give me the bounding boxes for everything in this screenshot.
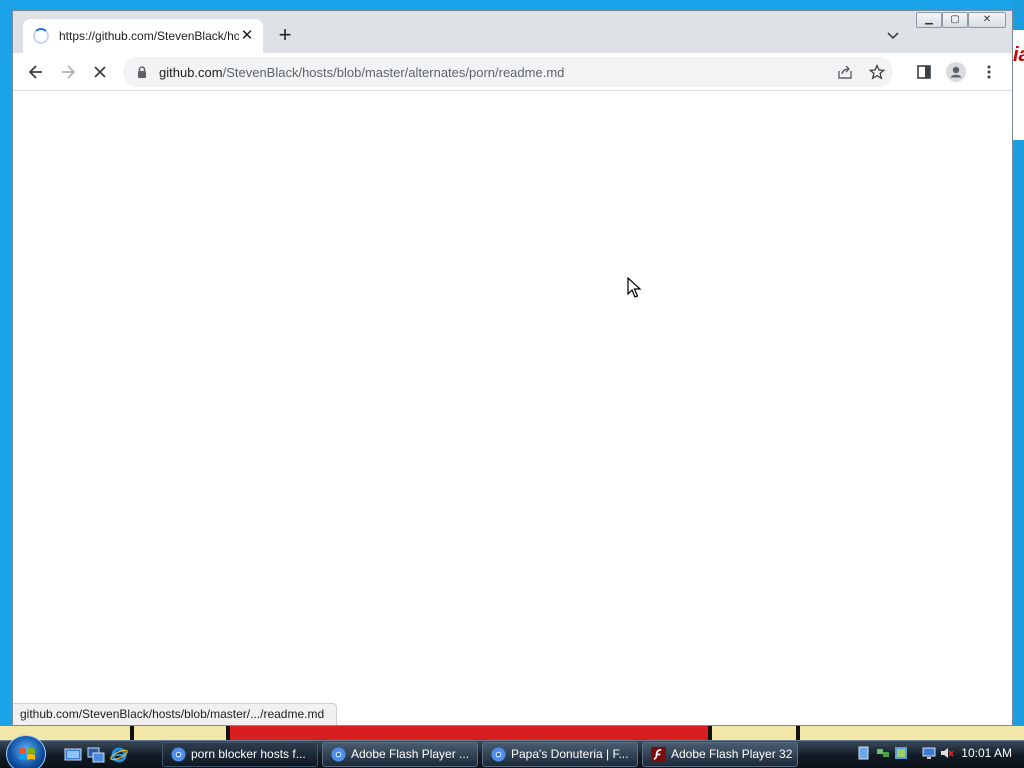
tab-close-icon[interactable]: ✕ xyxy=(239,28,255,44)
menu-button[interactable] xyxy=(977,60,1001,84)
internet-explorer-icon[interactable] xyxy=(110,746,128,764)
system-tray: 10:01 AM xyxy=(852,741,1024,768)
volume-muted-icon[interactable] xyxy=(940,746,954,760)
star-icon xyxy=(869,64,885,80)
url-path: /StevenBlack/hosts/blob/master/alternate… xyxy=(222,64,565,80)
taskbar-button-porn-blocker[interactable]: porn blocker hosts f... xyxy=(162,742,318,767)
taskbar-clock[interactable]: 10:01 AM xyxy=(961,746,1012,760)
tray-security-icon[interactable] xyxy=(894,746,908,760)
taskbar-button-flash-player-chrome[interactable]: Adobe Flash Player ... xyxy=(322,742,478,767)
share-button[interactable] xyxy=(829,57,861,87)
start-button[interactable] xyxy=(6,735,46,768)
new-tab-button[interactable]: + xyxy=(275,24,295,46)
address-bar[interactable]: github.com/StevenBlack/hosts/blob/master… xyxy=(123,57,893,87)
loading-spinner-icon xyxy=(33,28,49,44)
maximize-button[interactable]: ▢ xyxy=(942,12,968,28)
taskbar: porn blocker hosts f... Adobe Flash Play… xyxy=(0,735,1024,768)
tab-strip: https://github.com/StevenBlack/hosts/blo… xyxy=(13,11,1012,53)
windows-logo-icon xyxy=(19,748,35,760)
side-panel-icon xyxy=(917,65,931,79)
close-window-button[interactable]: ✕ xyxy=(968,12,1006,28)
taskbar-button-papas-donuteria[interactable]: Papa's Donuteria | F... xyxy=(482,742,638,767)
tray-display-icon[interactable] xyxy=(922,746,936,760)
desktop-game-strip xyxy=(0,726,1024,740)
kebab-menu-icon xyxy=(987,65,991,79)
status-bubble: github.com/StevenBlack/hosts/blob/master… xyxy=(13,703,338,725)
share-icon xyxy=(838,65,852,79)
chrome-icon xyxy=(491,747,506,762)
taskbar-button-label: Papa's Donuteria | F... xyxy=(511,747,629,761)
browser-window: https://github.com/StevenBlack/hosts/blo… xyxy=(12,10,1013,726)
tray-network-icon[interactable] xyxy=(876,746,890,760)
profile-icon xyxy=(946,62,966,82)
tab-title: https://github.com/StevenBlack/hosts/blo… xyxy=(59,29,239,43)
tab-search-chevron-icon[interactable] xyxy=(885,27,901,43)
flash-icon xyxy=(651,747,666,762)
side-panel-button[interactable] xyxy=(912,60,936,84)
desktop-window-fragment: ia xyxy=(1012,30,1024,140)
tray-app-icon[interactable] xyxy=(857,746,871,760)
forward-arrow-icon xyxy=(62,65,76,79)
lock-icon[interactable] xyxy=(135,65,149,79)
page-content[interactable]: github.com/StevenBlack/hosts/blob/master… xyxy=(13,91,1012,725)
url-domain: github.com xyxy=(159,64,223,80)
switch-windows-icon[interactable] xyxy=(87,746,105,764)
stop-x-icon xyxy=(94,66,106,78)
back-button[interactable] xyxy=(24,60,48,84)
taskbar-button-flash-player-32[interactable]: Adobe Flash Player 32 xyxy=(642,742,798,767)
show-desktop-icon[interactable] xyxy=(64,746,82,764)
minimize-button[interactable]: ▁ xyxy=(916,12,942,28)
mouse-cursor-icon xyxy=(627,277,642,298)
profile-button[interactable] xyxy=(944,60,968,84)
address-url[interactable]: github.com/StevenBlack/hosts/blob/master… xyxy=(159,65,564,80)
chrome-icon xyxy=(171,747,186,762)
taskbar-button-label: porn blocker hosts f... xyxy=(191,747,306,761)
taskbar-button-label: Adobe Flash Player 32 xyxy=(671,747,793,761)
forward-button[interactable] xyxy=(56,60,80,84)
browser-toolbar: github.com/StevenBlack/hosts/blob/master… xyxy=(13,53,1012,90)
active-tab[interactable]: https://github.com/StevenBlack/hosts/blo… xyxy=(23,19,263,53)
back-arrow-icon xyxy=(28,65,42,79)
stop-loading-button[interactable] xyxy=(88,60,112,84)
chrome-icon xyxy=(331,747,346,762)
taskbar-button-label: Adobe Flash Player ... xyxy=(351,747,470,761)
bookmark-button[interactable] xyxy=(861,57,893,87)
